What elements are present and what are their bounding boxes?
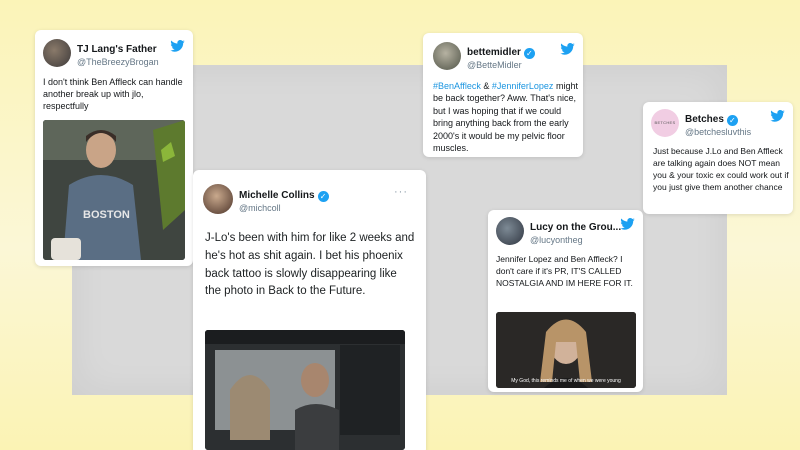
user-handle[interactable]: @TheBreezyBrogan: [77, 57, 159, 68]
tweet-photo[interactable]: BOSTON: [43, 120, 185, 260]
tweet-text: Just because J.Lo and Ben Affleck are ta…: [653, 146, 789, 192]
twitter-bird-icon[interactable]: [170, 40, 185, 52]
tweet-card[interactable]: Lucy on the Grou... @lucyontheg Jennifer…: [488, 210, 643, 392]
more-options-icon[interactable]: ···: [394, 186, 408, 198]
display-name-text: Betches: [685, 114, 724, 125]
hashtag-link[interactable]: #BenAffleck: [433, 81, 481, 91]
avatar[interactable]: BETCHES: [651, 108, 679, 137]
gif-illustration: [496, 312, 636, 388]
photo-illustration: BOSTON: [43, 120, 185, 260]
display-name[interactable]: bettemidler ✓: [467, 47, 535, 59]
avatar[interactable]: [433, 41, 461, 70]
user-handle[interactable]: @betchesluvthis: [685, 127, 751, 138]
tweet-text: #BenAffleck & #JenniferLopez might be ba…: [433, 80, 581, 154]
twitter-bird-icon[interactable]: [620, 218, 635, 230]
display-name[interactable]: Lucy on the Grou...: [530, 222, 621, 234]
tweet-text-body: might be back together? Aww. That's nice…: [433, 81, 578, 154]
tweet-gif[interactable]: My God, this reminds me of when we were …: [496, 312, 636, 388]
hashtag-separator: &: [480, 81, 492, 91]
user-handle[interactable]: @michcoll: [239, 203, 329, 214]
twitter-bird-icon[interactable]: [770, 110, 785, 122]
tweet-card[interactable]: bettemidler ✓ @BetteMidler #BenAffleck &…: [423, 33, 583, 157]
display-name-text: bettemidler: [467, 47, 521, 58]
tweet-card[interactable]: Michelle Collins ✓ @michcoll ··· J-Lo's …: [193, 170, 426, 450]
twitter-bird-icon[interactable]: [560, 43, 575, 55]
display-name[interactable]: TJ Lang's Father: [77, 44, 157, 56]
avatar[interactable]: [203, 184, 233, 214]
display-name[interactable]: Michelle Collins ✓: [239, 190, 329, 202]
verified-badge-icon: ✓: [317, 190, 329, 202]
user-handle[interactable]: @BetteMidler: [467, 60, 535, 71]
avatar[interactable]: [43, 38, 71, 67]
verified-badge-icon: ✓: [726, 114, 738, 126]
display-name[interactable]: Betches ✓: [685, 114, 738, 126]
avatar[interactable]: [496, 216, 524, 245]
photo-illustration: [205, 330, 405, 450]
tweet-card[interactable]: TJ Lang's Father @TheBreezyBrogan I don'…: [35, 30, 193, 266]
gif-caption: My God, this reminds me of when we were …: [511, 378, 621, 384]
tweet-text: Jennifer Lopez and Ben Affleck? I don't …: [496, 254, 633, 288]
tweet-header: Michelle Collins ✓ @michcoll: [203, 184, 426, 214]
avatar-logo-text: BETCHES: [654, 119, 676, 125]
tweet-text: J-Lo's been with him for like 2 weeks an…: [205, 232, 415, 298]
display-name-text: Michelle Collins: [239, 190, 315, 201]
verified-badge-icon: ✓: [523, 47, 535, 59]
tweet-card[interactable]: BETCHES Betches ✓ @betchesluvthis Just b…: [643, 102, 793, 214]
tweet-photo[interactable]: [205, 330, 405, 450]
shirt-text: BOSTON: [83, 209, 130, 221]
user-handle[interactable]: @lucyontheg: [530, 235, 621, 246]
hashtag-link[interactable]: #JenniferLopez: [492, 81, 554, 91]
tweet-text: I don't think Ben Affleck can handle ano…: [43, 77, 183, 112]
